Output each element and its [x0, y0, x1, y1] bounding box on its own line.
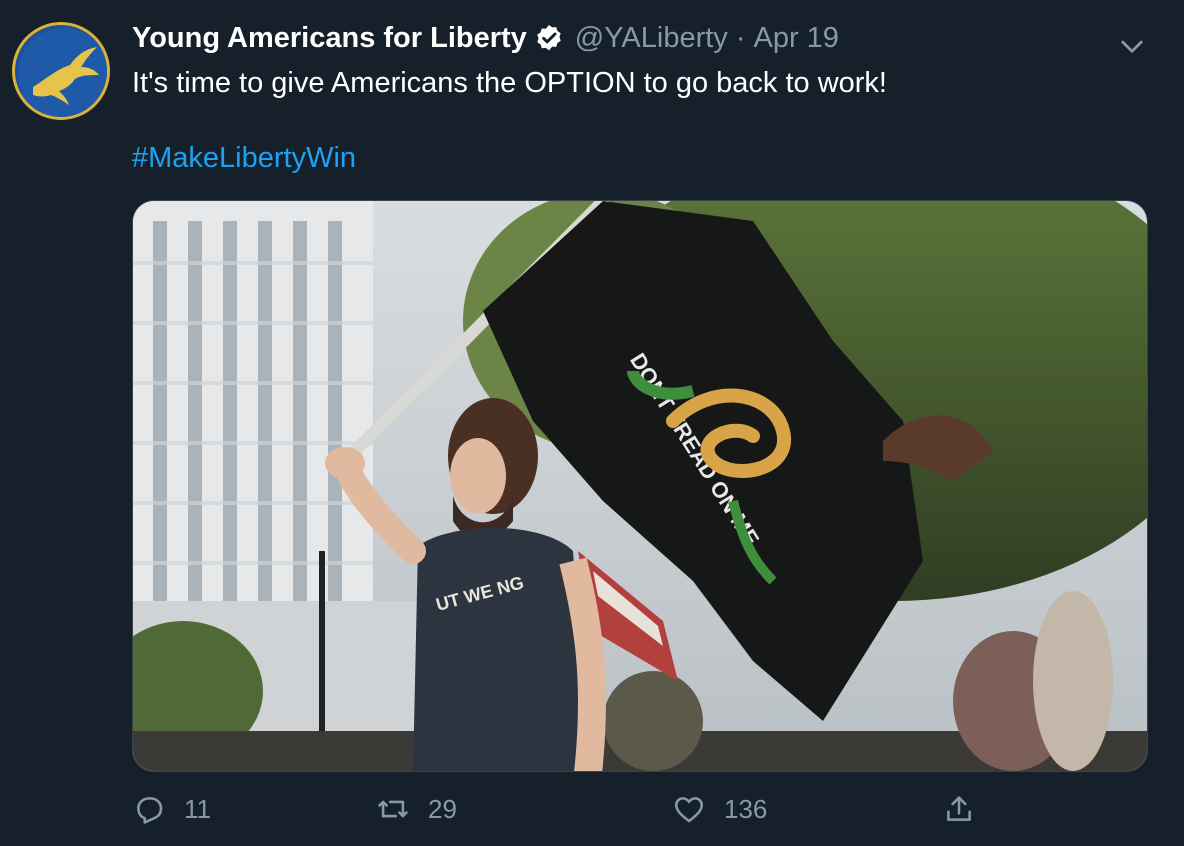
retweet-icon: [378, 800, 408, 818]
hashtag-link[interactable]: #MakeLibertyWin: [132, 142, 356, 175]
verified-badge-icon: [537, 24, 561, 50]
retweet-count: 29: [428, 793, 457, 824]
tweet-date[interactable]: Apr 19: [753, 22, 838, 55]
eagle-logo-icon: [18, 28, 107, 117]
tweet-actions: 11 29 136: [132, 792, 1032, 832]
protest-photo: DONT TREAD ON ME UT WE NG: [133, 201, 1147, 771]
like-button[interactable]: 136: [672, 792, 767, 826]
like-count: 136: [724, 793, 768, 824]
reply-count: 11: [184, 793, 211, 824]
retweet-button[interactable]: 29: [376, 792, 457, 826]
handle[interactable]: @YALiberty: [575, 22, 728, 55]
reply-button[interactable]: 11: [132, 792, 211, 826]
tweet[interactable]: Young Americans for Liberty @YALiberty ·…: [0, 0, 1184, 846]
heart-icon: [674, 797, 704, 823]
share-button[interactable]: [942, 792, 994, 826]
separator: ·: [735, 22, 746, 54]
tweet-header: Young Americans for Liberty @YALiberty ·…: [132, 22, 839, 55]
reply-icon: [137, 797, 163, 824]
tweet-image[interactable]: DONT TREAD ON ME UT WE NG: [132, 200, 1148, 772]
display-name[interactable]: Young Americans for Liberty: [132, 22, 527, 55]
share-icon: [947, 796, 971, 821]
avatar[interactable]: [12, 22, 110, 120]
chevron-down-icon[interactable]: [1116, 30, 1148, 62]
tweet-text: It's time to give Americans the OPTION t…: [132, 67, 887, 99]
